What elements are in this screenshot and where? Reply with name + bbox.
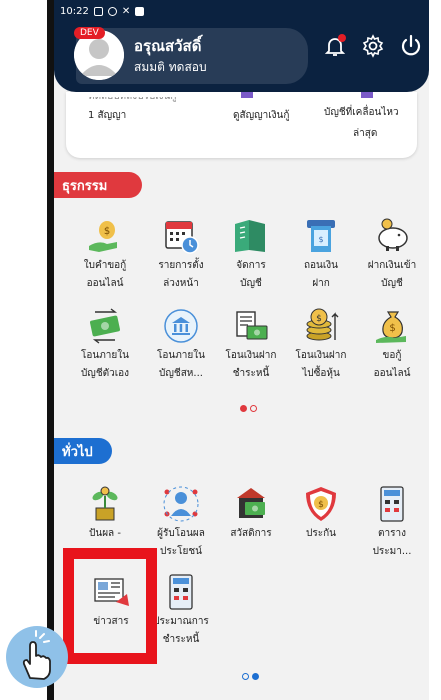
bell-icon[interactable] [323, 34, 347, 58]
gear-icon[interactable] [361, 34, 385, 58]
svg-text:$: $ [389, 323, 395, 334]
menu-deposit[interactable]: ฝากเงินเข้า บัญชี [355, 216, 429, 292]
menu-label: โอนเงินฝาก [225, 350, 277, 361]
phone-edge [429, 0, 441, 700]
menu-loan-request[interactable]: $ ใบคำขอกู้ ออนไลน์ [68, 216, 142, 292]
menu-insurance[interactable]: $ ประกัน [284, 484, 358, 543]
dev-badge: DEV [74, 27, 105, 39]
menu-label: ตาราง [378, 528, 406, 539]
bill-payment-icon [231, 306, 271, 346]
tap-hint-bubble [6, 626, 68, 688]
menu-pay-debt[interactable]: โอนเงินฝาก ชำระหนี้ [214, 306, 288, 382]
page-dot[interactable] [252, 673, 259, 680]
general-page-indicator [242, 673, 259, 680]
view-loan-link[interactable]: ดูสัญญาเงินกู้ [233, 108, 289, 123]
news-highlight-box [63, 548, 157, 664]
menu-label: รายการตั้ง [158, 260, 204, 271]
gallery-icon [93, 6, 103, 16]
status-bar: 10:22 ✕ [54, 0, 429, 22]
insurance-shield-icon: $ [301, 484, 341, 524]
dividend-plant-icon [85, 484, 125, 524]
menu-welfare[interactable]: สวัสดิการ [214, 484, 288, 543]
menu-label: ผู้รับโอนผล [157, 528, 205, 539]
menu-label: ใบคำขอกู้ [83, 260, 127, 271]
menu-label: สวัสดิการ [230, 528, 272, 539]
menu-label: ออนไลน์ [373, 368, 411, 379]
cut-title: ทดสอบหลังปรับเงินกู้ [88, 91, 177, 102]
bank-transfer-icon [161, 306, 201, 346]
atm-withdraw-icon: $ [301, 216, 341, 256]
transactions-page-indicator [240, 405, 257, 412]
welfare-icon [231, 484, 271, 524]
menu-label: ประมา... [372, 546, 412, 557]
loan-request-icon: $ [85, 216, 125, 256]
phone-bezel [47, 0, 54, 700]
svg-text:$: $ [318, 500, 324, 510]
menu-label: โอนภายใน [157, 350, 205, 361]
menu-label: บัญชี [381, 278, 403, 289]
menu-manage-account[interactable]: จัดการ บัญชี [214, 216, 288, 292]
account-book-icon [241, 92, 253, 98]
x-icon: ✕ [121, 5, 131, 17]
menu-label: ขอกู้ [382, 350, 402, 361]
menu-label: ถอนเงิน [303, 260, 339, 271]
menu-dividend[interactable]: ปันผล - [68, 484, 142, 543]
instagram-icon [107, 6, 117, 16]
menu-label: โอนภายใน [81, 350, 129, 361]
menu-label: ฝาก [312, 278, 330, 289]
menu-label: บัญชีตัวเอง [80, 368, 130, 379]
piggy-bank-icon [372, 216, 412, 256]
svg-text:$: $ [318, 235, 323, 244]
tap-hand-icon [22, 630, 51, 680]
page-dot[interactable] [242, 673, 249, 680]
schedule-calculator-icon [372, 484, 412, 524]
recent-movement-line2[interactable]: ล่าสุด [353, 126, 377, 141]
chart-icon [361, 92, 373, 98]
menu-label: โอนเงินฝาก [295, 350, 347, 361]
menu-buy-shares[interactable]: $ โอนเงินฝาก ไปซื้อหุ้น [284, 306, 358, 382]
user-name: สมมติ ทดสอบ [134, 60, 207, 74]
menu-label: ล่วงหน้า [163, 278, 199, 289]
transactions-title-text: ธุรกรรม [62, 178, 108, 194]
account-book-icon [231, 216, 271, 256]
menu-label: ประกัน [306, 528, 336, 539]
transactions-section-title: ธุรกรรม [54, 172, 142, 198]
money-bag-icon: $ [372, 306, 412, 346]
menu-label: ออนไลน์ [86, 278, 124, 289]
menu-online-loan[interactable]: $ ขอกู้ ออนไลน์ [355, 306, 429, 382]
svg-text:$: $ [316, 314, 322, 324]
menu-transfer-own[interactable]: โอนภายใน บัญชีตัวเอง [68, 306, 142, 382]
menu-scheduled[interactable]: รายการตั้ง ล่วงหน้า [144, 216, 218, 292]
menu-label: จัดการ [236, 260, 266, 271]
calculator-icon [161, 572, 201, 612]
menu-withdraw[interactable]: $ ถอนเงิน ฝาก [284, 216, 358, 292]
power-icon[interactable] [399, 34, 423, 58]
account-summary-card: ทดสอบหลังปรับเงินกู้ 1 สัญญา ดูสัญญาเงิน… [66, 92, 417, 158]
coin-stack-icon: $ [301, 306, 341, 346]
beneficiary-icon [161, 484, 201, 524]
contract-count: 1 สัญญา [88, 110, 127, 121]
notification-square-icon [135, 6, 145, 16]
page-dot[interactable] [240, 405, 247, 412]
page-dot[interactable] [250, 405, 257, 412]
svg-text:$: $ [104, 226, 110, 237]
status-time: 10:22 [60, 5, 89, 17]
notification-dot [338, 34, 346, 42]
app-header: DEV อรุณสวัสดิ์ สมมติ ทดสอบ [54, 22, 429, 92]
menu-label: บัญชี [240, 278, 262, 289]
greeting-text: อรุณสวัสดิ์ [134, 37, 202, 55]
menu-transfer-member[interactable]: โอนภายใน บัญชีสห... [144, 306, 218, 382]
menu-label: ปันผล - [89, 528, 121, 539]
menu-schedule[interactable]: ตาราง ประมา... [355, 484, 429, 560]
menu-label: ไปซื้อหุ้น [302, 368, 340, 379]
menu-label: ชำระหนี้ [232, 368, 270, 379]
calendar-clock-icon [161, 216, 201, 256]
menu-label: บัญชีสห... [159, 368, 203, 379]
general-section-title: ทั่วไป [54, 438, 112, 464]
menu-label: ฝากเงินเข้า [367, 260, 417, 271]
general-title-text: ทั่วไป [62, 444, 93, 460]
transfer-own-icon [85, 306, 125, 346]
recent-movement-line1[interactable]: บัญชีที่เคลื่อนไหว [324, 105, 399, 120]
